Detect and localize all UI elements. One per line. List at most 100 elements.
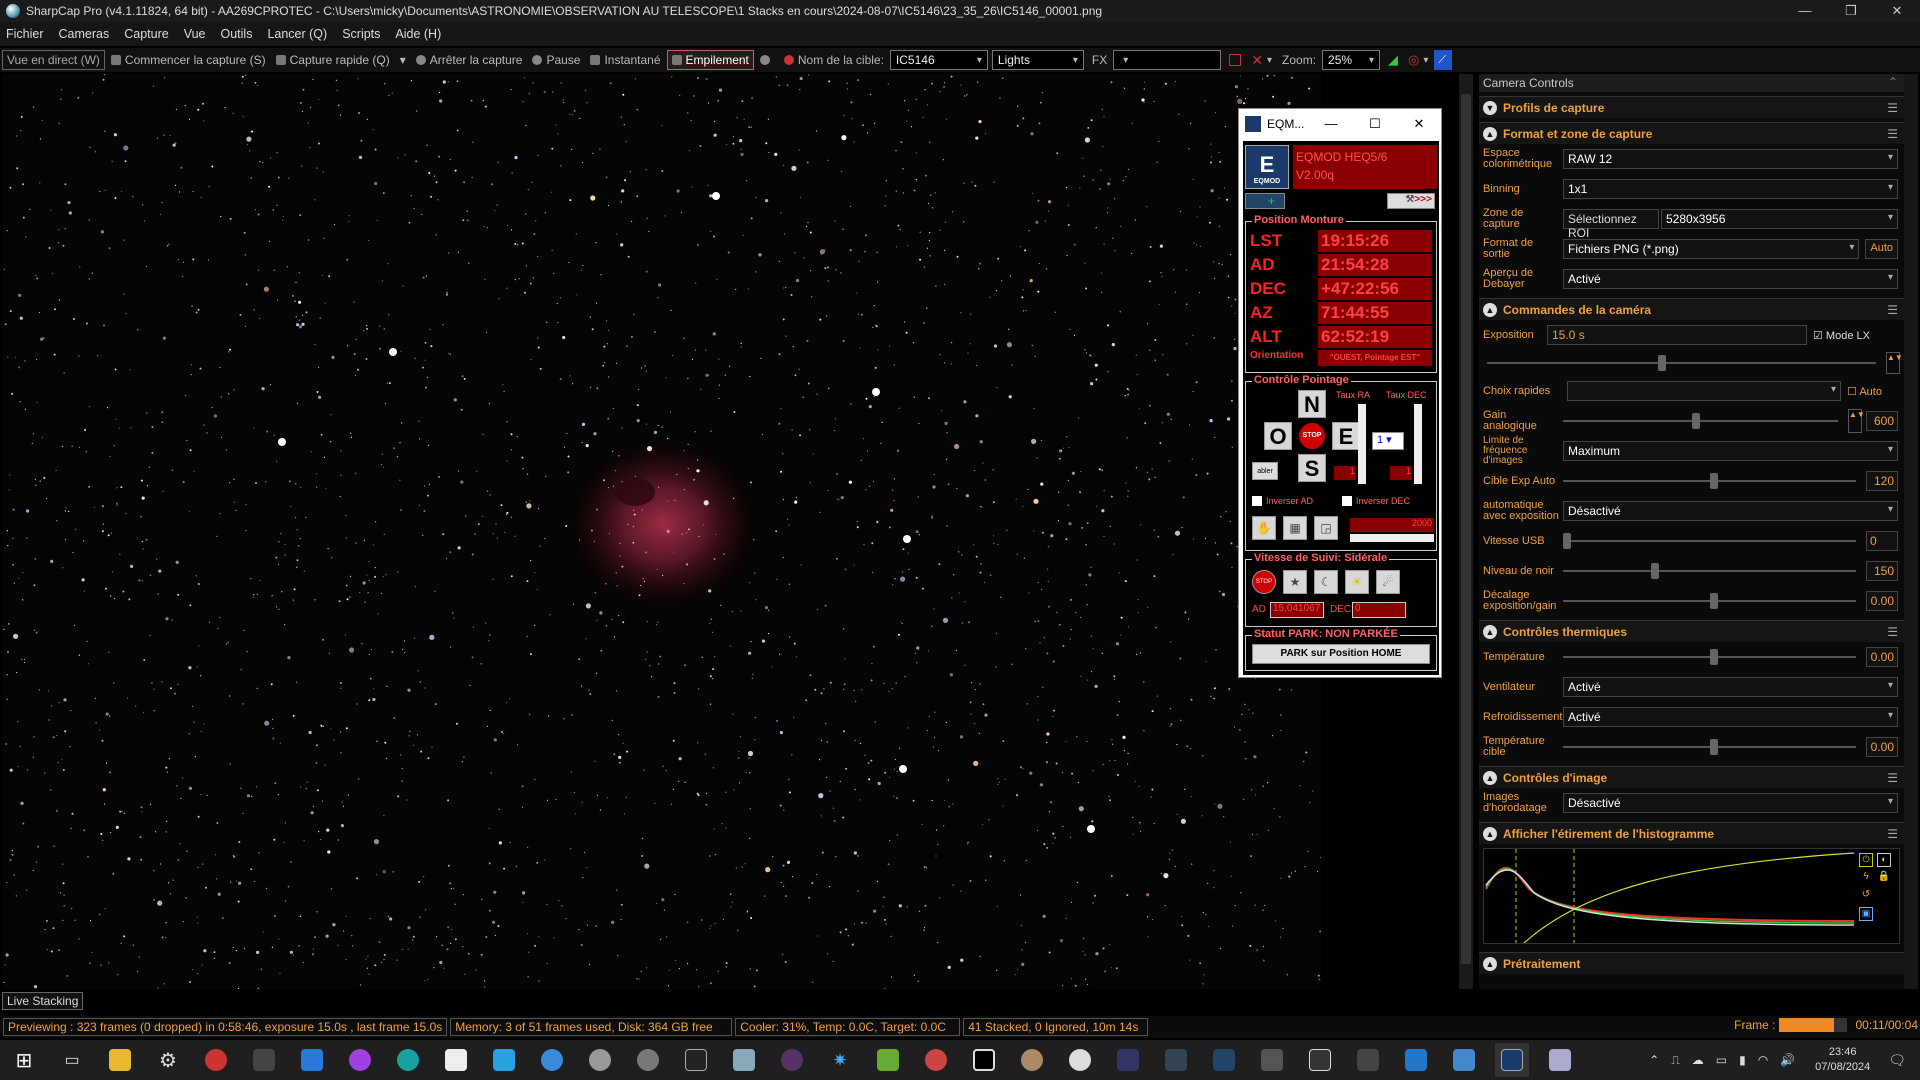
reset-icon[interactable]: ↺: [1859, 889, 1873, 903]
taskbar-notepad[interactable]: [439, 1043, 473, 1077]
fan-select[interactable]: Activé: [1563, 677, 1898, 697]
taskbar-app-12[interactable]: [919, 1043, 953, 1077]
gain-value[interactable]: 600: [1866, 411, 1898, 431]
west-button[interactable]: O: [1264, 422, 1292, 450]
dec-rate-slider[interactable]: [1414, 404, 1422, 484]
rate-slider[interactable]: [1350, 534, 1434, 542]
exposure-stepper[interactable]: ▲▼: [1886, 352, 1903, 374]
section-capture-profiles[interactable]: ▼ Profils de capture ☰: [1479, 96, 1904, 118]
capture-area-select[interactable]: 5280x3956: [1661, 209, 1898, 229]
gain-slider[interactable]: [1563, 413, 1838, 429]
exposure-slider[interactable]: [1487, 355, 1876, 371]
taskbar-app-17[interactable]: [1159, 1043, 1193, 1077]
scrollbar-thumb[interactable]: [1461, 94, 1471, 964]
chevron-up-icon[interactable]: ▲: [1483, 624, 1497, 639]
quick-capture-button[interactable]: Capture rapide (Q) ▾: [272, 50, 410, 70]
taskbar-app-24[interactable]: [1543, 1043, 1577, 1077]
eqmod-close-button[interactable]: ✕: [1397, 116, 1441, 132]
section-preprocessing[interactable]: ▲ Prétraitement: [1479, 952, 1904, 974]
task-view-button[interactable]: ▭: [55, 1043, 89, 1077]
invert-ra-checkbox[interactable]: Inverser AD: [1252, 496, 1313, 506]
menu-icon[interactable]: ☰: [1887, 101, 1898, 115]
zoom-select[interactable]: 25%: [1322, 50, 1381, 70]
auto-format-button[interactable]: Auto: [1865, 239, 1898, 259]
north-button[interactable]: N: [1298, 390, 1326, 418]
menu-tools[interactable]: Outils: [221, 27, 253, 41]
lx-mode-checkbox[interactable]: ☑ Mode LX: [1813, 329, 1870, 342]
taskbar-app-8[interactable]: [727, 1043, 761, 1077]
lunar-button[interactable]: ☾: [1314, 570, 1338, 594]
output-format-select[interactable]: Fichiers PNG (*.png): [1563, 239, 1860, 259]
taskbar-app-4[interactable]: [535, 1043, 569, 1077]
battery-icon[interactable]: ▮: [1739, 1053, 1746, 1067]
target-temp-slider[interactable]: [1563, 739, 1856, 755]
snapshot-button[interactable]: Instantané: [586, 50, 664, 70]
target-exp-knob[interactable]: [1709, 473, 1718, 489]
target-exp-slider[interactable]: [1563, 473, 1856, 489]
volume-icon[interactable]: 🔊: [1780, 1053, 1795, 1067]
section-thermal[interactable]: ▲ Contrôles thermiques ☰: [1479, 620, 1904, 642]
taskbar-settings[interactable]: ⚙: [151, 1043, 185, 1077]
taskbar-app-16[interactable]: [1111, 1043, 1145, 1077]
chevron-up-icon[interactable]: ▲: [1483, 770, 1497, 785]
auto-exp-select[interactable]: Désactivé: [1563, 501, 1898, 521]
usb-slider[interactable]: [1563, 533, 1856, 549]
plate-solve-button[interactable]: ⟋: [1434, 50, 1453, 70]
taskbar-messenger[interactable]: [343, 1043, 377, 1077]
taskbar-app-19[interactable]: [1255, 1043, 1289, 1077]
lightning-icon[interactable]: ϟ: [1859, 871, 1873, 885]
crosshair-button[interactable]: ✕ ▾: [1247, 50, 1276, 70]
record-indicator[interactable]: [756, 50, 778, 70]
chevron-up-icon[interactable]: ▲: [1483, 956, 1497, 971]
taskbar-clock[interactable]: 23:46 07/08/2024: [1815, 1045, 1870, 1075]
park-home-button[interactable]: PARK sur Position HOME: [1252, 644, 1430, 664]
histogram-graph[interactable]: ⏻ ◐ ϟ 🔒 ↺ ▣: [1483, 848, 1900, 944]
section-image-controls[interactable]: ▲ Contrôles d'image ☰: [1479, 766, 1904, 788]
focus-assist-button[interactable]: ◎ ▾: [1404, 50, 1432, 70]
sidereal-button[interactable]: ★: [1283, 570, 1307, 594]
lock-icon[interactable]: 🔒: [1877, 871, 1891, 885]
taskbar-explorer[interactable]: [103, 1043, 137, 1077]
taskbar-app-14[interactable]: [1015, 1043, 1049, 1077]
black-level-value[interactable]: 150: [1866, 561, 1898, 581]
restore-button[interactable]: ❐: [1828, 0, 1874, 22]
track-dec-value[interactable]: 0: [1352, 602, 1406, 618]
live-view-button[interactable]: Vue en direct (W): [2, 50, 105, 70]
spiral-search-button[interactable]: ✋: [1252, 516, 1276, 540]
taskbar-app-7[interactable]: [679, 1043, 713, 1077]
stop-tracking-button[interactable]: STOP: [1252, 570, 1276, 594]
minimize-button[interactable]: —: [1782, 0, 1828, 22]
taskbar-edge[interactable]: [391, 1043, 425, 1077]
grid-button[interactable]: ▦: [1283, 516, 1307, 540]
taskbar-mail[interactable]: [295, 1043, 329, 1077]
black-level-slider[interactable]: [1563, 563, 1856, 579]
usb-icon[interactable]: ⎍: [1671, 1053, 1679, 1068]
taskbar-app-21[interactable]: [1351, 1043, 1385, 1077]
pause-button[interactable]: Pause: [528, 50, 584, 70]
taskbar-app-3[interactable]: [487, 1043, 521, 1077]
timestamp-select[interactable]: Désactivé: [1563, 793, 1898, 813]
notification-icon[interactable]: 🗨: [1888, 1052, 1906, 1069]
chevron-up-icon[interactable]: ▲: [1483, 826, 1497, 841]
taskbar-app-20[interactable]: [1303, 1043, 1337, 1077]
start-capture-button[interactable]: Commencer la capture (S): [107, 50, 270, 70]
solar-button[interactable]: ☀: [1345, 570, 1369, 594]
taskbar-app-23[interactable]: [1447, 1043, 1481, 1077]
track-ra-value[interactable]: 15,041067: [1270, 602, 1324, 618]
wifi-icon[interactable]: ◠: [1758, 1053, 1768, 1067]
eqmod-minimize-button[interactable]: —: [1309, 116, 1353, 132]
taskbar-app-11[interactable]: [871, 1043, 905, 1077]
taskbar-eqmod[interactable]: [1495, 1043, 1529, 1077]
taskbar-app-10[interactable]: ✷: [823, 1043, 857, 1077]
east-button[interactable]: E: [1332, 422, 1360, 450]
menu-icon[interactable]: ☰: [1887, 827, 1898, 841]
debayer-select[interactable]: Activé: [1563, 269, 1898, 289]
histogram-button[interactable]: ◢: [1384, 50, 1402, 70]
target-temp-knob[interactable]: [1709, 739, 1718, 755]
menu-capture[interactable]: Capture: [124, 27, 168, 41]
fps-select[interactable]: Maximum: [1563, 441, 1898, 461]
target-exp-value[interactable]: 120: [1866, 471, 1898, 491]
roi-toggle-button[interactable]: [1225, 50, 1245, 70]
cooling-select[interactable]: Activé: [1563, 707, 1898, 727]
taskbar-app-6[interactable]: [631, 1043, 665, 1077]
